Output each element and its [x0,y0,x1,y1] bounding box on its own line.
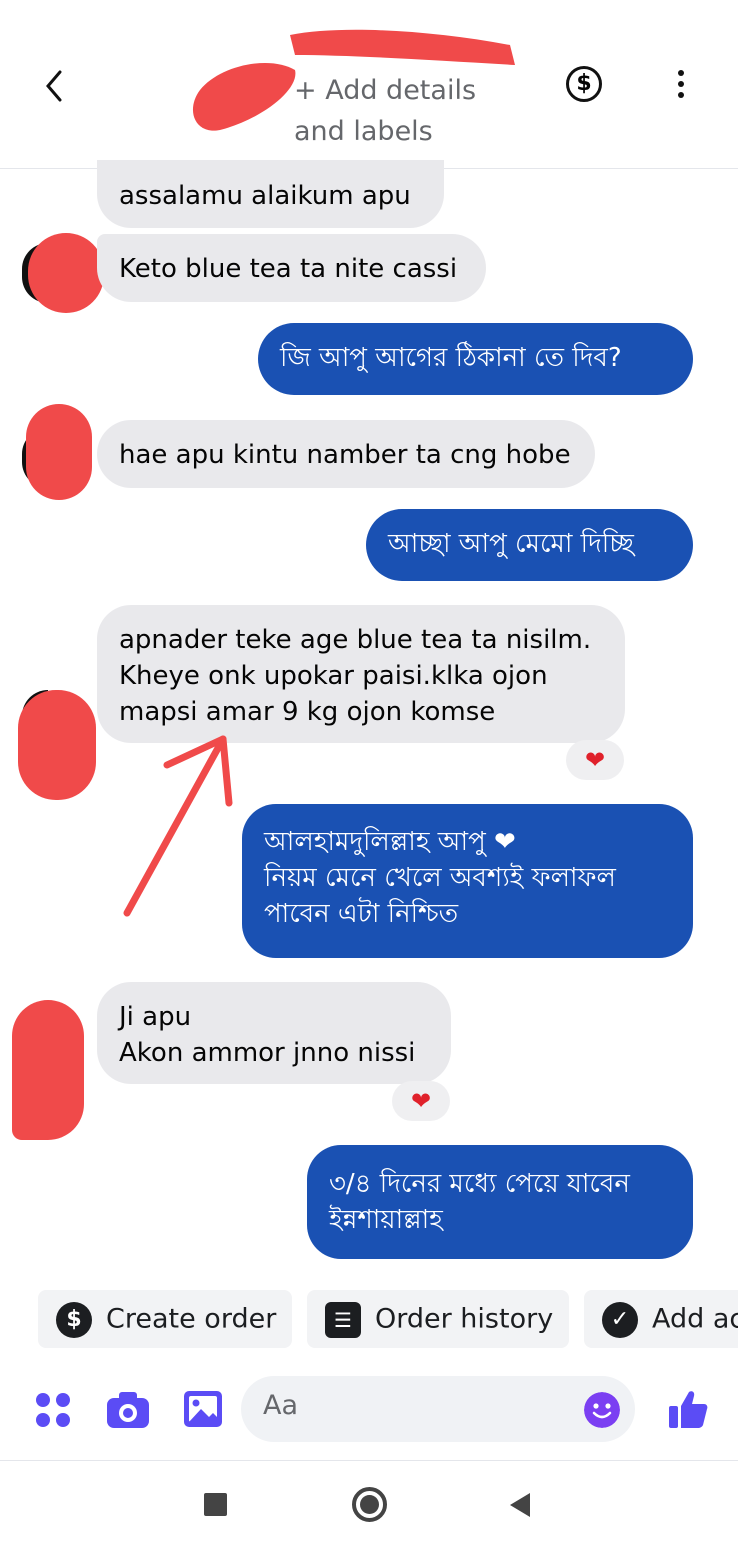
check-circle-icon: ✓ [602,1301,638,1338]
message-bubble-outgoing[interactable]: আলহামদুলিল্লাহ আপু ❤ নিয়ম মেনে খেলে অবশ… [242,804,693,958]
add-details-link[interactable]: + Add details and labels [294,70,514,152]
receipt-list-icon: ☰ [325,1301,361,1338]
home-nav-icon[interactable] [352,1487,387,1522]
add-label-button[interactable]: ✓ Add ac [584,1290,738,1348]
avatar-redaction [28,233,104,313]
recents-nav-icon[interactable] [204,1493,227,1516]
message-reaction[interactable]: ❤ [392,1081,450,1121]
conversation-header: + Add details and labels $ [0,0,738,169]
message-bubble-incoming[interactable]: Keto blue tea ta nite cassi [97,234,486,302]
message-bubble-outgoing[interactable]: ৩/৪ দিনের মধ্যে পেয়ে যাবেন ইন্নশায়াল্ল… [307,1145,693,1259]
subtitle-line-2: and labels [294,116,433,147]
more-vertical-icon[interactable] [676,70,686,100]
heart-reaction-icon: ❤ [410,1087,432,1115]
dollar-circle-icon[interactable]: $ [566,66,602,102]
annotation-arrow [123,735,233,917]
message-bubble-outgoing[interactable]: জি আপু আগের ঠিকানা তে দিব? [258,323,693,395]
gallery-icon[interactable] [183,1390,223,1428]
message-bubble-incoming[interactable]: apnader teke age blue tea ta nisilm. Khe… [97,605,625,743]
camera-icon[interactable] [106,1391,150,1429]
heart-reaction-icon: ❤ [584,746,606,774]
message-input[interactable]: Aa [241,1376,635,1442]
message-reaction[interactable]: ❤ [566,740,624,780]
thumbs-up-icon[interactable] [667,1388,709,1430]
avatar-redaction [12,1000,84,1140]
apps-grid-icon[interactable] [35,1392,71,1428]
dollar-circle-icon: $ [56,1301,92,1338]
message-bubble-incoming[interactable]: hae apu kintu namber ta cng hobe [97,420,595,488]
back-nav-icon[interactable] [508,1491,532,1519]
avatar-redaction [26,404,92,500]
system-navigation-bar [0,1460,738,1548]
create-order-button[interactable]: $ Create order [38,1290,292,1348]
message-bubble-incoming[interactable]: Ji apu Akon ammor jnno nissi [97,982,451,1084]
message-bubble-incoming[interactable]: assalamu alaikum apu [97,160,444,228]
subtitle-line-1: + Add details [294,75,477,106]
message-bubble-outgoing[interactable]: আচ্ছা আপু মেমো দিচ্ছি [366,509,693,581]
message-input-placeholder: Aa [263,1390,299,1421]
emoji-icon[interactable] [584,1392,620,1428]
avatar-redaction [18,690,96,800]
order-history-button[interactable]: ☰ Order history [307,1290,569,1348]
chevron-left-icon[interactable] [40,66,70,106]
